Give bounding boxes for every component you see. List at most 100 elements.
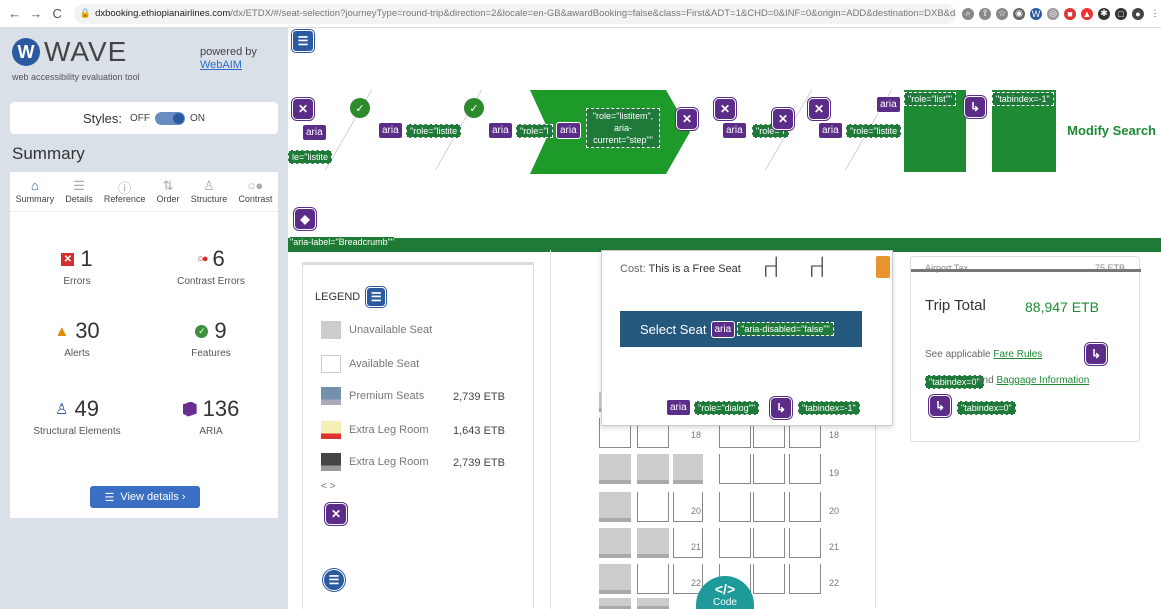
fare-rules-link[interactable]: Fare Rules xyxy=(993,349,1042,360)
list-icon[interactable]: ☰ xyxy=(323,569,345,591)
stats-grid: ✕ 1 Errors ○● 6 Contrast Errors ▲ 30 Alerts… xyxy=(10,212,278,472)
back-icon[interactable]: ← xyxy=(8,6,21,21)
row-number: 20 xyxy=(829,506,840,516)
aria-tag[interactable]: aria xyxy=(302,124,327,141)
view-details-button[interactable]: ☰ View details › xyxy=(90,486,200,508)
seat xyxy=(637,528,669,558)
seat[interactable] xyxy=(673,528,703,558)
profile-avatar[interactable]: ● xyxy=(1132,7,1145,20)
star-icon[interactable]: ☆ xyxy=(996,7,1009,20)
aria-tag[interactable]: aria xyxy=(722,122,747,139)
seat[interactable] xyxy=(719,492,751,522)
seat[interactable] xyxy=(673,564,703,594)
seat[interactable] xyxy=(637,492,669,522)
seat[interactable] xyxy=(673,492,703,522)
stat-aria[interactable]: 136 ARIA xyxy=(144,396,278,437)
wave-tabs: ⌂ Summary ☰ Details ⓘ Reference ⇅ Order ♙ Str… xyxy=(10,172,278,212)
aria-tag[interactable]: aria xyxy=(488,122,513,139)
aria-tag[interactable]: aria xyxy=(876,96,901,113)
extension-red-icon[interactable]: ■ xyxy=(1064,7,1077,20)
extension-icon[interactable]: ◎ xyxy=(1047,7,1060,20)
error-icon[interactable]: ✕ xyxy=(714,98,736,120)
reload-icon[interactable]: C xyxy=(51,6,64,21)
tab-order[interactable]: ⇅ Order xyxy=(157,178,180,211)
tabindex-icon[interactable]: ↳ xyxy=(770,397,792,419)
tabindex-icon[interactable]: ↳ xyxy=(964,96,986,118)
modify-search-link[interactable]: Modify Search xyxy=(1067,123,1156,138)
list-icon[interactable]: ☰ xyxy=(366,287,387,307)
summary-title: Summary xyxy=(12,144,85,163)
aria-label-icon[interactable]: ◆ xyxy=(294,208,316,230)
seat xyxy=(599,492,631,522)
list-icon: ☰ xyxy=(104,491,115,504)
error-icon[interactable]: ✕ xyxy=(292,98,314,120)
tab-contrast[interactable]: ○● Contrast xyxy=(238,178,272,211)
error-icon[interactable]: ✕ xyxy=(325,503,347,525)
wave-logo: W WAVE xyxy=(12,36,127,68)
seat[interactable] xyxy=(789,454,821,484)
listitem-label: le="listite xyxy=(288,150,332,164)
wave-extension-icon[interactable]: W xyxy=(1030,7,1043,20)
tab-reference[interactable]: ⓘ Reference xyxy=(104,178,146,211)
styles-toggle[interactable] xyxy=(155,111,185,125)
premium-swatch xyxy=(321,387,341,405)
menu-icon[interactable]: ⋮ xyxy=(1149,7,1161,20)
tab-summary[interactable]: ⌂ Summary xyxy=(16,178,55,211)
stat-structural[interactable]: ♙ 49 Structural Elements xyxy=(10,396,144,437)
aria-disabled-label: "aria-disabled="false"" xyxy=(737,322,834,336)
seat[interactable] xyxy=(789,528,821,558)
stat-contrast-errors[interactable]: ○● 6 Contrast Errors xyxy=(144,246,278,287)
list-icon[interactable]: ☰ xyxy=(292,30,314,52)
aria-tag[interactable]: aria xyxy=(818,122,843,139)
error-icon[interactable]: ✕ xyxy=(808,98,830,120)
zoom-icon[interactable]: ⌕ xyxy=(962,7,975,20)
seat[interactable] xyxy=(753,528,785,558)
webaim-link[interactable]: WebAIM xyxy=(200,59,257,72)
baggage-link[interactable]: Baggage Information xyxy=(996,375,1089,386)
tabindex-icon[interactable]: ↳ xyxy=(1085,343,1107,365)
stat-errors[interactable]: ✕ 1 Errors xyxy=(10,246,144,287)
unavailable-swatch xyxy=(321,321,341,339)
share-icon[interactable]: ⇪ xyxy=(979,7,992,20)
stat-alerts[interactable]: ▲ 30 Alerts xyxy=(10,318,144,359)
camera-icon[interactable]: ◉ xyxy=(1013,7,1026,20)
select-seat-button[interactable]: Select Seat aria "aria-disabled="false"" xyxy=(620,311,862,347)
list-icon: ☰ xyxy=(73,178,85,193)
aria-tag[interactable]: aria xyxy=(710,320,736,338)
tabindex-icon[interactable]: ↳ xyxy=(929,395,951,417)
tab-structure[interactable]: ♙ Structure xyxy=(191,178,228,211)
seat xyxy=(637,454,669,484)
seat[interactable] xyxy=(719,454,751,484)
legend-price: 1,643 ETB xyxy=(453,425,505,437)
seat[interactable] xyxy=(753,454,785,484)
trip-total-label: Trip Total xyxy=(925,297,986,314)
wave-sidebar: W WAVE web accessibility evaluation tool… xyxy=(0,28,288,609)
error-icon[interactable]: ✕ xyxy=(676,108,698,130)
aria-tag[interactable]: aria xyxy=(666,399,691,416)
divider xyxy=(911,269,1141,272)
seat[interactable] xyxy=(637,564,669,594)
stat-features[interactable]: ✓ 9 Features xyxy=(144,318,278,359)
seat[interactable] xyxy=(789,492,821,522)
check-icon: ✓ xyxy=(464,98,484,118)
error-icon[interactable]: ✕ xyxy=(772,108,794,130)
styles-on-label: ON xyxy=(190,112,205,124)
aria-tag[interactable]: aria xyxy=(378,122,403,139)
forward-icon[interactable]: → xyxy=(29,6,42,21)
seat[interactable] xyxy=(789,564,821,594)
seat[interactable] xyxy=(753,492,785,522)
legend-item: Premium Seats xyxy=(321,387,424,405)
extension-sign-icon[interactable]: ▲ xyxy=(1081,7,1094,20)
aria-tag[interactable]: aria xyxy=(556,122,581,139)
seat xyxy=(673,454,703,484)
seat-popup: Cost: This is a Free Seat ⑁ ⑁ Select Sea… xyxy=(601,250,893,426)
extra-leg-swatch xyxy=(321,421,341,439)
seat xyxy=(637,598,669,609)
tab-details[interactable]: ☰ Details xyxy=(65,178,93,211)
puzzle-icon[interactable]: ✱ xyxy=(1098,7,1111,20)
role-list-label: "role="list"" xyxy=(904,92,957,106)
seat[interactable] xyxy=(753,564,785,594)
address-bar[interactable]: 🔒 dxbooking.ethiopianairlines.com /dx/ET… xyxy=(73,3,957,24)
seat[interactable] xyxy=(719,528,751,558)
sidepanel-icon[interactable]: □ xyxy=(1115,7,1128,20)
